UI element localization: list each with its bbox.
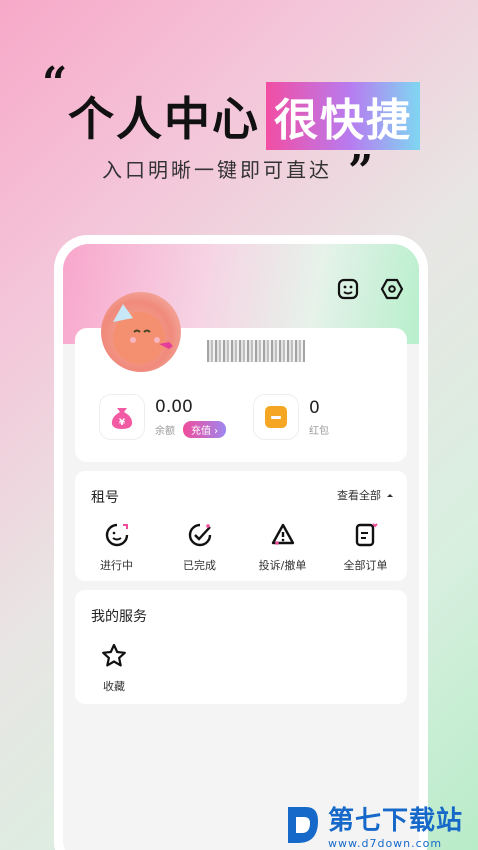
- headline-accent: 很快捷: [266, 82, 420, 150]
- phone-frame: ¥ 0.00 余额 充值 › 0 红包 租号 查看全部 进行中 已完成 投诉/撤…: [54, 235, 428, 850]
- watermark-logo-icon: [288, 807, 318, 843]
- all-orders-icon: [355, 523, 378, 547]
- redpacket-label: 红包: [309, 425, 329, 437]
- redpacket-value: 0: [309, 397, 320, 418]
- completed-label: 已完成: [183, 559, 216, 572]
- rent-title: 租号: [91, 490, 119, 506]
- promo-subtitle: 入口明晰一键即可直达: [102, 158, 332, 182]
- red-packet-icon: [253, 394, 299, 440]
- money-bag-icon: ¥: [99, 394, 145, 440]
- view-all-label: 查看全部: [337, 489, 381, 502]
- customer-service-icon[interactable]: [335, 276, 361, 302]
- top-actions: [335, 276, 405, 302]
- username-blurred: [207, 340, 305, 362]
- order-completed[interactable]: 已完成: [160, 521, 240, 573]
- all-orders-label: 全部订单: [343, 559, 388, 572]
- order-all[interactable]: 全部订单: [326, 521, 406, 573]
- my-services-card: 我的服务 收藏: [75, 590, 407, 704]
- services-title: 我的服务: [91, 609, 147, 625]
- view-all-link[interactable]: 查看全部: [337, 487, 395, 503]
- quote-close-mark: ”: [348, 146, 374, 197]
- quote-open-mark: “: [42, 58, 68, 109]
- in-progress-icon: [105, 523, 128, 547]
- in-progress-label: 进行中: [100, 559, 133, 572]
- chevron-icon: [387, 494, 393, 497]
- service-favorites[interactable]: 收藏: [91, 642, 137, 694]
- balance-value: 0.00: [155, 396, 193, 417]
- complaint-label: 投诉/撤单: [258, 559, 307, 572]
- watermark-name: 第七下载站: [328, 806, 464, 836]
- order-in-progress[interactable]: 进行中: [77, 521, 157, 573]
- app-screen: ¥ 0.00 余额 充值 › 0 红包 租号 查看全部 进行中 已完成 投诉/撤…: [63, 244, 419, 850]
- star-icon: [102, 643, 126, 667]
- avatar[interactable]: [101, 292, 181, 372]
- recharge-label: 充值: [191, 425, 211, 437]
- rent-orders-card: 租号 查看全部 进行中 已完成 投诉/撤单 全部订单: [75, 471, 407, 581]
- recharge-button[interactable]: 充值 ›: [183, 420, 227, 438]
- balance-label: 余额: [155, 425, 175, 437]
- watermark-url: www.d7down.com: [328, 837, 443, 850]
- completed-icon: [188, 523, 211, 547]
- promo-headline: 个人中心 很快捷: [68, 82, 420, 150]
- svg-text:¥: ¥: [119, 418, 126, 428]
- favorites-label: 收藏: [103, 680, 125, 693]
- redpacket-entry[interactable]: 0 红包: [253, 394, 329, 440]
- order-complaint[interactable]: 投诉/撤单: [243, 521, 323, 573]
- site-watermark: 第七下载站 www.d7down.com: [284, 800, 463, 850]
- balance-entry[interactable]: ¥ 0.00 余额 充值 ›: [99, 394, 227, 440]
- complaint-icon: [271, 523, 294, 545]
- settings-icon[interactable]: [379, 276, 405, 302]
- headline-main: 个人中心: [68, 92, 260, 146]
